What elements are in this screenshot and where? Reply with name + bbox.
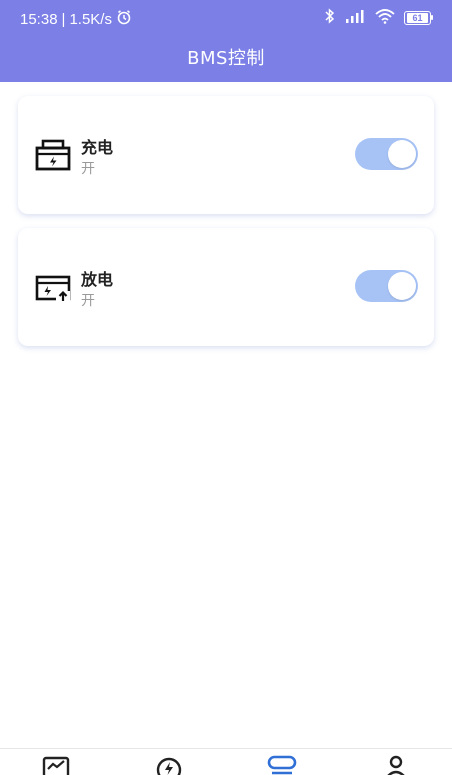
nav-item-control[interactable] bbox=[262, 753, 302, 775]
battery-icon: 61 bbox=[404, 11, 434, 25]
nav-item-chart[interactable] bbox=[36, 753, 76, 775]
status-net-speed: 1.5K/s bbox=[69, 10, 112, 28]
discharge-state: 开 bbox=[81, 293, 95, 309]
discharge-label: 放电 bbox=[81, 270, 114, 289]
bluetooth-icon bbox=[325, 8, 335, 28]
header-bar: 15:38 | 1.5K/s 61 BMS控制 bbox=[0, 0, 452, 82]
status-left: 15:38 | 1.5K/s bbox=[20, 9, 132, 29]
status-right: 61 bbox=[325, 8, 434, 28]
discharge-toggle[interactable] bbox=[355, 270, 418, 302]
chart-icon bbox=[42, 756, 70, 775]
wifi-icon bbox=[375, 8, 395, 28]
discharge-control-card: 放电 开 bbox=[18, 228, 434, 346]
charge-state: 开 bbox=[81, 161, 95, 177]
alarm-icon bbox=[116, 9, 132, 29]
charge-label: 充电 bbox=[81, 138, 114, 157]
charge-control-card: 充电 开 bbox=[18, 96, 434, 214]
lightning-icon bbox=[156, 757, 182, 775]
page-title: BMS控制 bbox=[187, 48, 265, 69]
profile-icon bbox=[387, 755, 405, 775]
cellular-signal-icon bbox=[344, 8, 366, 28]
nav-item-power[interactable] bbox=[149, 753, 189, 775]
control-icon bbox=[267, 755, 297, 775]
status-separator: | bbox=[61, 10, 66, 28]
nav-item-profile[interactable] bbox=[376, 753, 416, 775]
battery-level: 61 bbox=[407, 13, 428, 23]
bottom-nav bbox=[0, 748, 452, 775]
discharge-icon bbox=[34, 267, 74, 307]
discharge-toggle-knob bbox=[388, 272, 416, 300]
charge-toggle[interactable] bbox=[355, 138, 418, 170]
status-bar: 15:38 | 1.5K/s 61 bbox=[0, 0, 452, 36]
charge-icon bbox=[34, 135, 74, 175]
status-time: 15:38 bbox=[20, 10, 58, 28]
charge-toggle-knob bbox=[388, 140, 416, 168]
